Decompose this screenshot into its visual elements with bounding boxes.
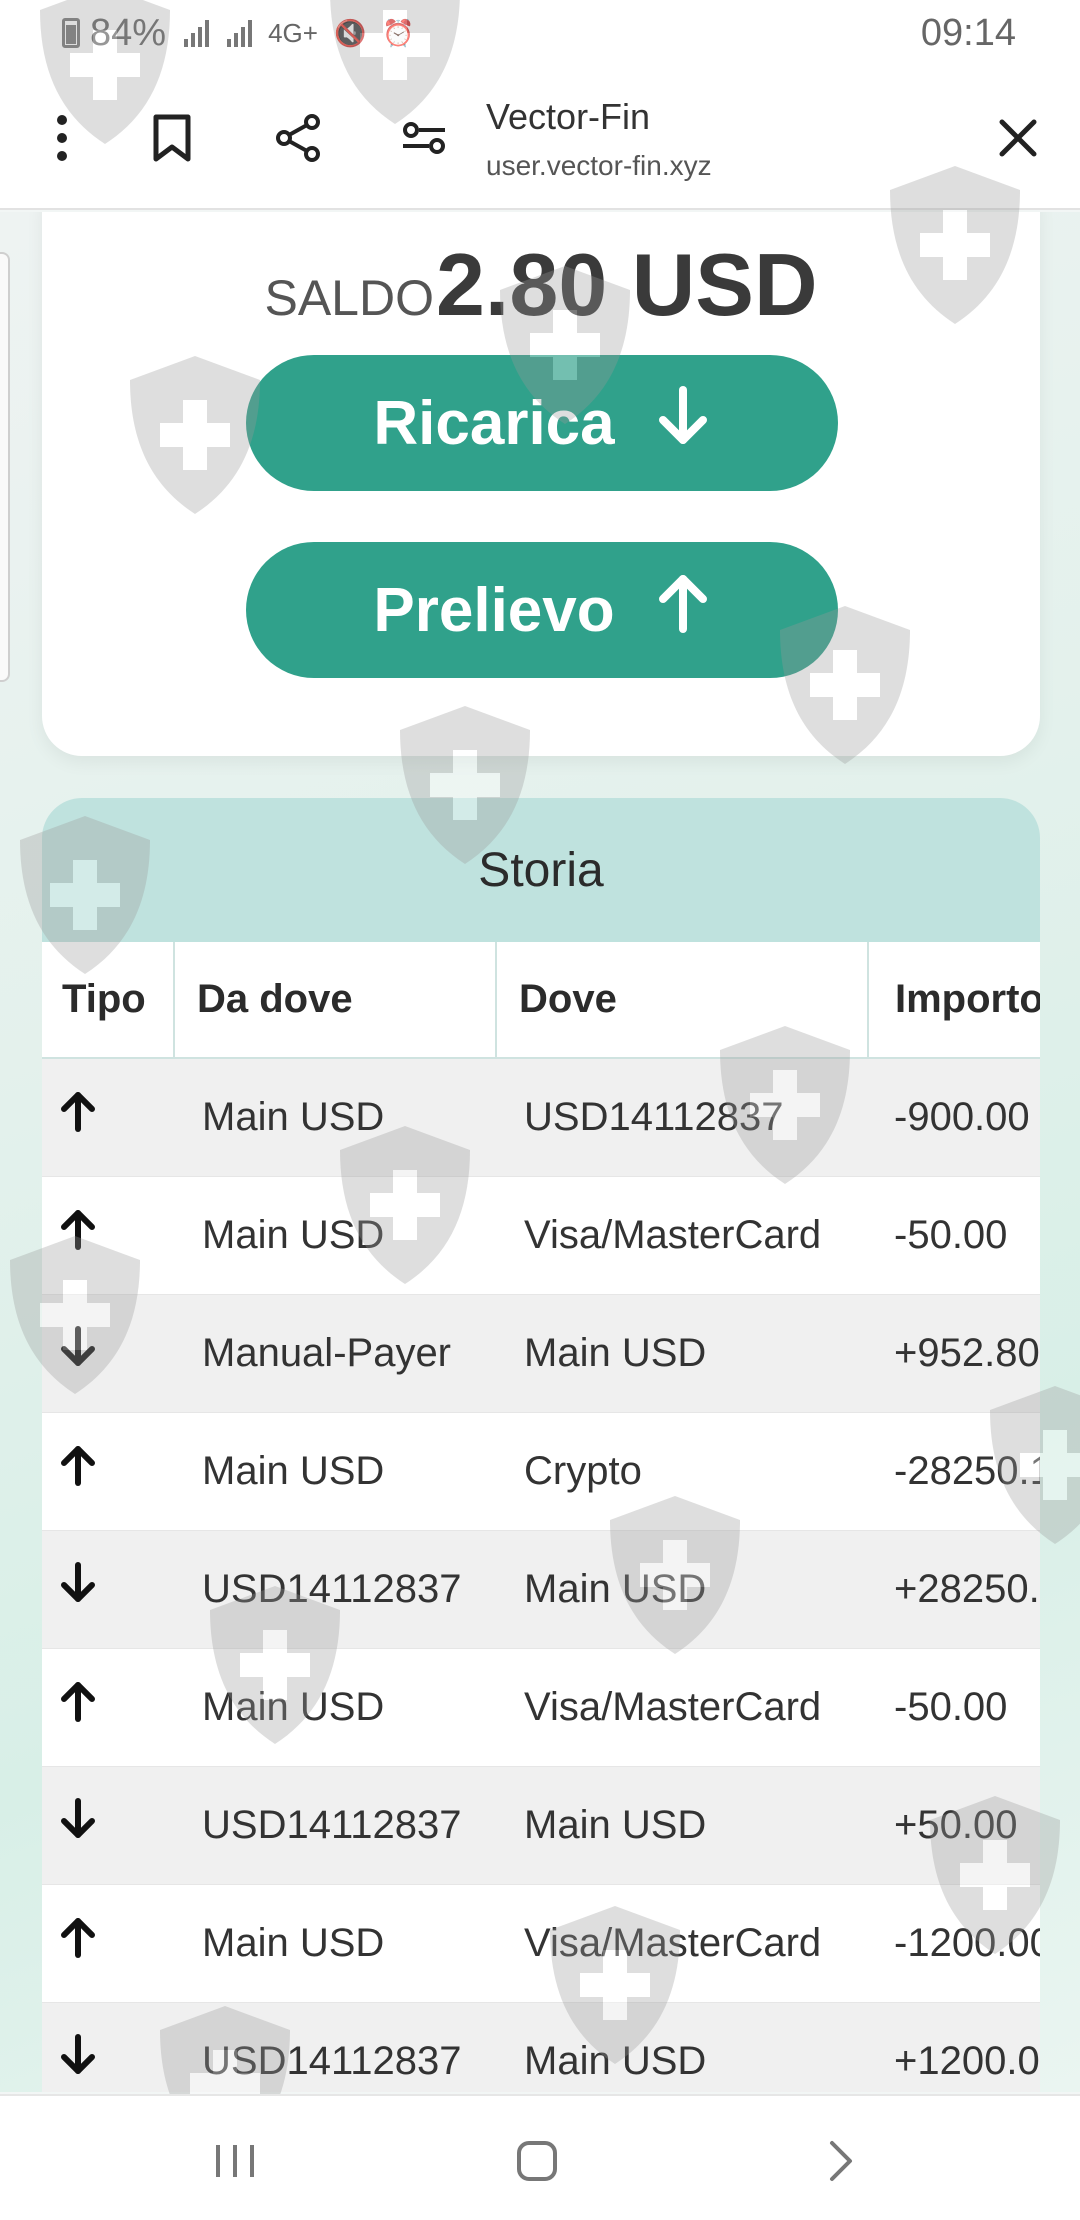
signal-icon: [184, 19, 210, 47]
arrow-up-icon: [58, 1681, 98, 1722]
site-url: user.vector-fin.xyz: [486, 150, 712, 181]
arrow-up-icon: [58, 1091, 98, 1133]
to-cell: Main USD: [496, 2002, 868, 2092]
type-cell: [42, 2002, 174, 2092]
battery-level: 84%: [90, 11, 167, 54]
history-header-row: Tipo Da dove Dove Importo: [42, 942, 1040, 1059]
withdraw-label: Prelievo: [373, 575, 615, 645]
clock: 09:14: [920, 11, 1016, 54]
home-icon[interactable]: [502, 2126, 572, 2196]
type-cell: [42, 1176, 174, 1295]
deposit-button[interactable]: Ricarica: [246, 355, 838, 491]
network-type: 4G+: [268, 17, 318, 48]
page-content: SALDO 2.80 USD Ricarica Prelievo Storia …: [0, 212, 1080, 2092]
tune-icon[interactable]: [388, 102, 460, 174]
type-cell: [42, 1530, 174, 1649]
amount-cell: -900.00: [868, 1058, 1040, 1177]
history-table: Tipo Da dove Dove Importo Main USD USD141…: [42, 942, 1040, 2092]
table-row[interactable]: Main USD USD14112837 -900.00: [42, 1058, 1040, 1177]
history-body: Main USD USD14112837 -900.00 Main USD Visa/M…: [42, 1058, 1040, 2092]
to-cell: Main USD: [496, 1530, 868, 1649]
amount-cell: +952.80: [868, 1294, 1040, 1413]
type-cell: [42, 1884, 174, 2003]
to-cell: Main USD: [496, 1766, 868, 1885]
arrow-down-icon: [58, 1562, 98, 1603]
share-icon[interactable]: [262, 102, 334, 174]
signal-icon-2: [227, 19, 253, 47]
arrow-up-icon: [58, 1445, 98, 1486]
deposit-label: Ricarica: [373, 388, 615, 458]
from-cell: Main USD: [174, 1176, 496, 1295]
back-icon[interactable]: [806, 2126, 876, 2196]
status-bar: 84% 4G+ 🔇 ⏰ 09:14: [0, 0, 1080, 66]
browser-toolbar: Vector-Fin user.vector-fin.xyz: [0, 66, 1080, 210]
balance-card: SALDO 2.80 USD Ricarica Prelievo: [42, 212, 1040, 756]
withdraw-button[interactable]: Prelievo: [246, 542, 838, 678]
table-row[interactable]: Main USD Visa/MasterCard -50.00: [42, 1648, 1040, 1767]
more-vert-icon[interactable]: [26, 102, 98, 174]
to-cell: Visa/MasterCard: [496, 1176, 868, 1295]
from-cell: Main USD: [174, 1412, 496, 1531]
amount-cell: +1200.0: [868, 2002, 1040, 2092]
type-cell: [42, 1294, 174, 1413]
amount-cell: -50.00: [868, 1648, 1040, 1767]
col-type[interactable]: Tipo: [42, 942, 175, 1059]
side-panel-edge: [0, 252, 10, 682]
mute-icon: 🔇: [333, 17, 367, 48]
to-cell: Visa/MasterCard: [496, 1648, 868, 1767]
amount-cell: -50.00: [868, 1176, 1040, 1295]
to-cell: USD14112837: [496, 1058, 868, 1177]
type-cell: [42, 1412, 174, 1531]
to-cell: Main USD: [496, 1294, 868, 1413]
col-from[interactable]: Da dove: [174, 942, 497, 1059]
balance-amount: 2.80 USD: [435, 235, 818, 334]
amount-cell: -1200.00: [868, 1884, 1040, 2003]
history-title: Storia: [42, 798, 1040, 942]
from-cell: USD14112837: [174, 1766, 496, 1885]
from-cell: USD14112837: [174, 2002, 496, 2092]
type-cell: [42, 1648, 174, 1767]
amount-cell: +50.00: [868, 1766, 1040, 1885]
table-row[interactable]: USD14112837 Main USD +1200.0: [42, 2002, 1040, 2092]
site-title: Vector-Fin: [486, 96, 651, 137]
battery-icon: [62, 18, 80, 48]
url-block[interactable]: Vector-Fin user.vector-fin.xyz: [486, 96, 712, 182]
from-cell: Main USD: [174, 1648, 496, 1767]
amount-cell: +28250.: [868, 1530, 1040, 1649]
table-row[interactable]: Main USD Visa/MasterCard -50.00: [42, 1176, 1040, 1295]
table-row[interactable]: Main USD Crypto -28250.1: [42, 1412, 1040, 1531]
arrow-up-icon: [58, 1209, 98, 1250]
table-row[interactable]: USD14112837 Main USD +28250.: [42, 1530, 1040, 1649]
col-amount[interactable]: Importo: [868, 942, 1040, 1059]
col-to[interactable]: Dove: [496, 942, 869, 1059]
bookmark-icon[interactable]: [136, 102, 208, 174]
arrow-up-icon: [58, 1917, 98, 1958]
to-cell: Crypto: [496, 1412, 868, 1531]
history-card: Storia Tipo Da dove Dove Importo Main US…: [42, 798, 1040, 2092]
type-cell: [42, 1766, 174, 1885]
type-cell: [42, 1058, 174, 1177]
from-cell: USD14112837: [174, 1530, 496, 1649]
arrow-down-icon: [58, 1326, 98, 1367]
table-row[interactable]: USD14112837 Main USD +50.00: [42, 1766, 1040, 1885]
from-cell: Main USD: [174, 1058, 496, 1177]
system-nav-bar: [0, 2094, 1080, 2220]
balance-label: SALDO: [264, 270, 434, 326]
alarm-icon: ⏰: [382, 17, 415, 48]
from-cell: Main USD: [174, 1884, 496, 2003]
balance-row: SALDO 2.80 USD: [42, 234, 1040, 336]
amount-cell: -28250.1: [868, 1412, 1040, 1531]
close-icon[interactable]: [982, 102, 1054, 174]
recent-apps-icon[interactable]: [200, 2126, 270, 2196]
to-cell: Visa/MasterCard: [496, 1884, 868, 2003]
from-cell: Manual-Payer: [174, 1294, 496, 1413]
arrow-down-icon: [58, 1798, 98, 1839]
status-left: 84% 4G+ 🔇 ⏰: [62, 12, 415, 55]
table-row[interactable]: Manual-Payer Main USD +952.80: [42, 1294, 1040, 1413]
table-row[interactable]: Main USD Visa/MasterCard -1200.00: [42, 1884, 1040, 2003]
arrow-down-icon: [58, 2034, 98, 2075]
arrow-up-icon: [655, 571, 711, 650]
arrow-down-icon: [655, 384, 711, 463]
